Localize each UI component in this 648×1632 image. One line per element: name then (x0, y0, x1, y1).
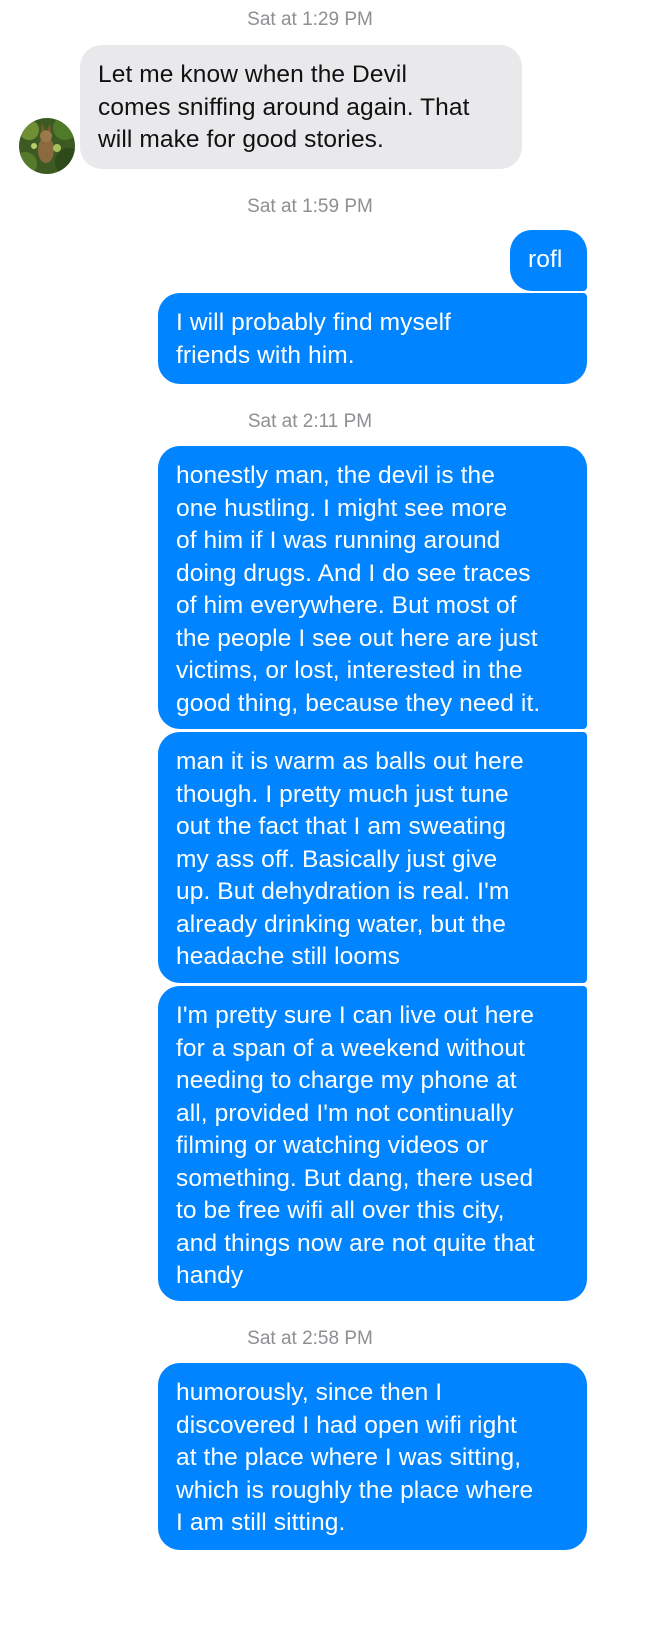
message-bubble-outgoing[interactable]: rofl (510, 230, 587, 291)
timestamp: Sat at 2:58 PM (247, 1328, 373, 1349)
message-bubble-outgoing[interactable]: I'm pretty sure I can live out here for … (158, 986, 587, 1301)
message-bubble-outgoing[interactable]: I will probably find myself friends with… (158, 293, 587, 384)
timestamp: Sat at 2:11 PM (247, 411, 373, 432)
message-bubble-incoming[interactable]: Let me know when the Devil comes sniffin… (80, 45, 522, 169)
message-bubble-outgoing[interactable]: man it is warm as balls out here though.… (158, 732, 587, 983)
avatar-photo-icon (19, 118, 75, 174)
contact-avatar[interactable] (19, 118, 75, 174)
timestamp: Sat at 1:29 PM (247, 9, 373, 30)
message-bubble-outgoing[interactable]: humorously, since then I discovered I ha… (158, 1363, 587, 1550)
timestamp: Sat at 1:59 PM (247, 196, 373, 217)
message-thread[interactable]: Sat at 1:29 PM Let me know when the Devi… (0, 0, 648, 1632)
message-bubble-outgoing[interactable]: honestly man, the devil is the one hustl… (158, 446, 587, 729)
